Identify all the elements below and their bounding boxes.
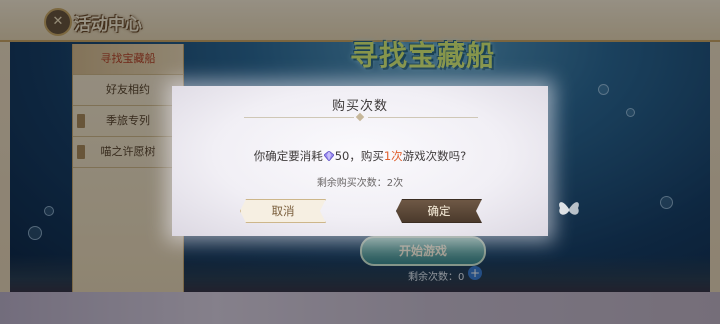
dialog-title: 购买次数 — [331, 99, 388, 114]
gem-cost: 50 — [334, 149, 350, 163]
buy-count: 1次 — [383, 149, 403, 163]
gem-icon — [323, 151, 334, 161]
purchase-dialog: 购买次数 你确定要消耗 50，购买1次游戏次数吗? 剩余购买次数：2次 取消 确… — [172, 86, 548, 236]
confirm-prefix: 你确定要消耗 — [253, 149, 323, 163]
confirm-suffix: 游戏次数吗? — [402, 149, 467, 163]
title-divider — [368, 117, 478, 118]
remaining-purchases: 剩余购买次数：2次 — [316, 178, 404, 189]
confirm-mid: ，购买 — [349, 149, 384, 163]
confirm-message: 你确定要消耗 50，购买1次游戏次数吗? — [172, 148, 548, 164]
game-screen: ✕ 活动中心 寻找宝藏船 寻找宝藏船 好友相约 季旅专列 喵之许愿树 开始游戏 … — [0, 0, 720, 324]
confirm-button[interactable]: 确定 — [396, 199, 482, 223]
divider-ornament — [355, 112, 365, 122]
butterfly-icon — [559, 202, 579, 215]
title-divider — [244, 117, 354, 118]
cancel-button[interactable]: 取消 — [240, 199, 326, 223]
